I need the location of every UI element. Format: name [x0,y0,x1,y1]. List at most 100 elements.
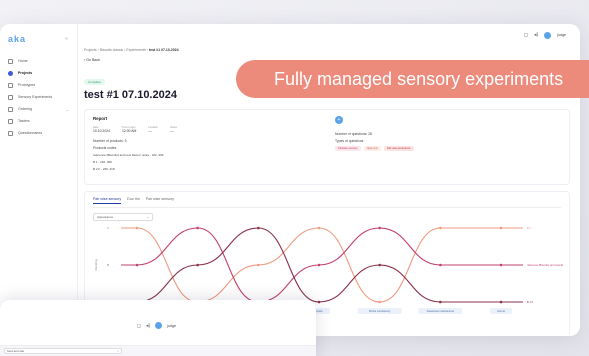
report-card: Report Date 10.10.2024 Time in app 12:00… [84,109,570,185]
meta-value: — [170,129,174,133]
question-type-tag: Pair wise preference [383,146,414,151]
sidebar-item-ordering[interactable]: Ordering ⌄ [8,104,69,114]
tasters-icon [8,118,13,124]
chat-icon[interactable]: ◻ [137,323,141,329]
search-input[interactable]: food and site × [4,348,122,354]
chat-icon[interactable]: ◻ [524,32,528,38]
avatar[interactable] [544,31,552,39]
breadcrumb-current: test #1 07.10.2024 [148,48,179,52]
x-tick-label: Crack [316,309,323,313]
questionnaires-icon [8,130,13,136]
tab-pair-wise-sensory-2[interactable]: Pair wise sensory [146,197,174,204]
collapse-sidebar-icon[interactable]: « [65,36,69,42]
sidebar-item-label: Tasters [18,119,30,123]
x-tick-label: Whole consistency [369,309,391,313]
data-point [378,226,381,230]
home-icon [8,58,13,64]
meta-time: Time in app 12:00 AM [122,126,136,133]
chart-tabs: Pair wise sensory Duo trio Pair wise sen… [93,197,561,208]
y-tick-label: B [107,263,109,267]
banner: Fully managed sensory experiments [236,60,589,98]
user-name[interactable]: judge [167,324,176,328]
y-tick-label: C [107,226,110,230]
sidebar-item-label: Home [18,59,28,63]
sidebar-item-label: Prototypes [18,83,36,87]
data-point [135,226,139,230]
sidebar-item-projects[interactable]: Projects [8,68,69,78]
data-point [317,300,321,304]
ordering-icon [8,106,13,112]
clear-icon[interactable]: × [117,349,119,353]
avatar[interactable] [155,322,163,329]
products-codes-title: Products codes [93,146,117,150]
tab-duo-trio[interactable]: Duo trio [127,197,140,204]
breadcrumb-path[interactable]: Projects › Biscuits classic › Experiment… [84,48,149,52]
user-name[interactable]: judge [557,33,566,37]
app-logo[interactable]: aka « [8,34,69,44]
sidebar-item-prototypes[interactable]: Prototypes [8,80,69,90]
questions-count: Number of questions: 28 [335,132,372,136]
product-code-1: B 1 - 162, 309 [93,160,112,164]
data-point [499,263,503,267]
topbar: ◻ ◂) judge [78,24,580,46]
question-type-tag: Pairwise sensory [335,146,361,151]
data-point [499,226,503,230]
x-tick-label: Aroma [497,309,505,313]
data-point [439,226,442,230]
meta-notes: Notes — [170,126,177,133]
data-point [317,226,321,230]
series-line [121,227,523,303]
data-point [317,263,321,267]
data-point [439,300,442,304]
series-label: B 2 [527,226,531,230]
y-axis-label: Ranking [94,259,98,270]
bell-icon[interactable]: ◂) [534,32,538,38]
series-label: B 1 F [527,300,534,304]
search-input-value: food and site [7,349,25,353]
data-point [499,300,503,304]
types-title: Types of questions [335,139,364,143]
projects-icon [8,70,13,76]
sidebar-item-tasters[interactable]: Tasters [8,116,69,126]
experiments-icon [8,94,13,100]
data-point [257,226,260,230]
bell-icon[interactable]: ◂) [146,323,150,329]
question-type-tag: Open text [363,146,381,151]
data-point [196,226,199,230]
logo-text: aka [8,34,27,44]
products-count: Number of products: 3 [93,139,127,143]
data-point [439,263,442,267]
question-type-tags: Pairwise sensory Open text Pair wise pre… [335,146,414,151]
sidebar-item-label: Ordering [18,107,32,111]
report-meta: Date 10.10.2024 Time in app 12:00 AM Loc… [93,126,561,133]
tab-pair-wise-sensory[interactable]: Pair wise sensory [93,197,122,204]
data-point [135,263,139,267]
sidebar-item-label: Sensory Experiments [18,95,53,99]
data-point [196,263,199,267]
series-label: reference (Biscuits) and new flavour not… [527,263,563,267]
sidebar-item-label: Projects [18,71,33,75]
sidebar-item-home[interactable]: Home [8,56,69,66]
report-title: Report [93,116,108,121]
add-button[interactable]: + [335,116,343,124]
sidebar-item-sensory-experiments[interactable]: Sensory Experiments [8,92,69,102]
chevron-down-icon: ⌄ [65,106,69,112]
sidebar-item-label: Questionnaires [18,131,43,135]
meta-value: — [148,129,152,133]
meta-value: 12:00 AM [121,129,137,133]
sidebar-item-questionnaires[interactable]: Questionnaires [8,128,69,138]
data-point [257,263,260,267]
data-point [378,263,381,267]
prototypes-icon [8,82,13,88]
product-code-2: B 2 F - 236, 218 [93,167,115,171]
second-app-window: ◻ ◂) judge food and site × [0,300,316,356]
products-line: reference (Biscuits) and new flavour not… [93,153,164,157]
breadcrumb: Projects › Biscuits classic › Experiment… [84,48,570,52]
x-tick-label: Sweet/sour ratio/texture [427,309,455,313]
window2-topbar: ◻ ◂) judge [137,322,176,329]
meta-value: 10.10.2024 [93,129,110,133]
data-point [378,300,381,304]
meta-location: Location — [148,126,158,133]
meta-date: Date 10.10.2024 [93,126,110,133]
sidebar: aka « Home Projects Prototypes Sensory E… [0,24,78,336]
